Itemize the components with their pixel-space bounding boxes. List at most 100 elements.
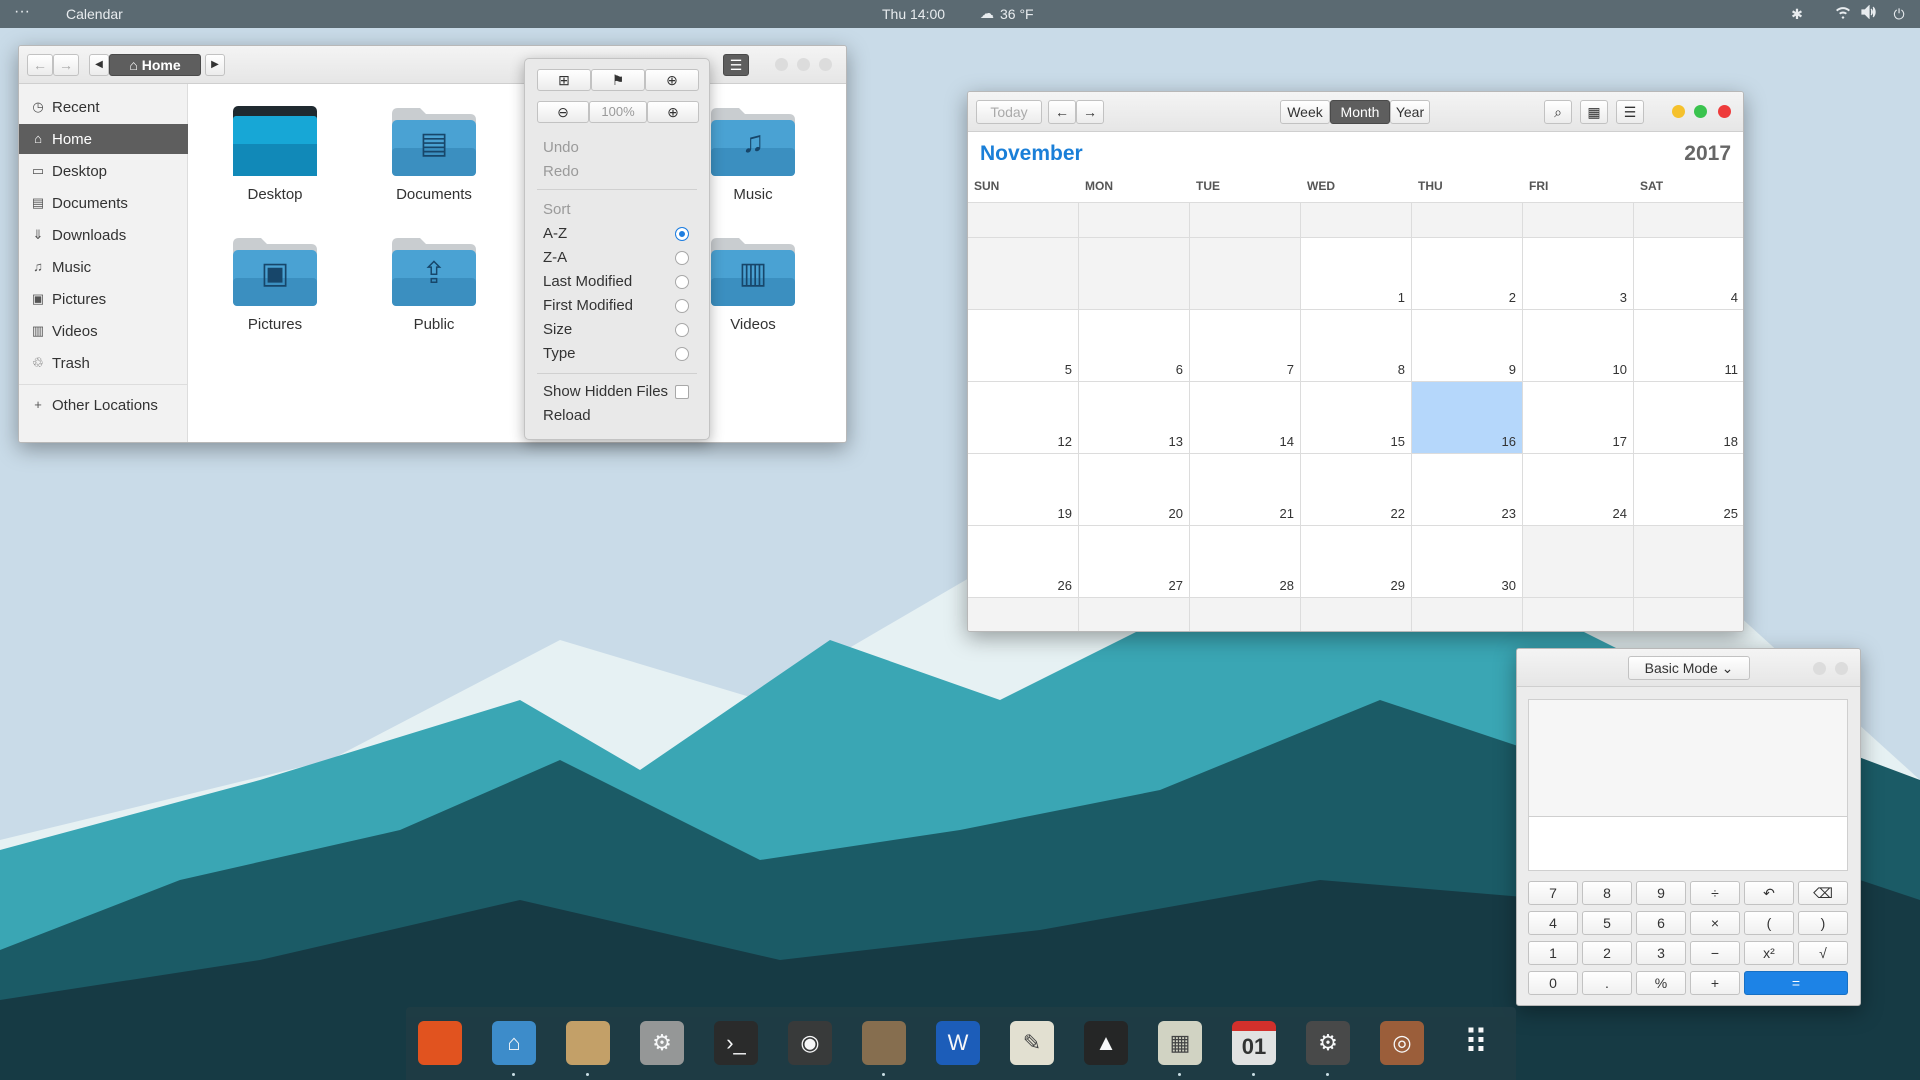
sidebar-item-recent[interactable]: ◷ Recent <box>19 92 188 122</box>
view-month-button[interactable]: Month <box>1330 100 1390 124</box>
back-button[interactable]: ← <box>27 54 53 76</box>
day-cell-4[interactable]: 4 <box>1634 238 1743 310</box>
day-cell-3[interactable]: 3 <box>1523 238 1634 310</box>
calculator-input-display[interactable] <box>1528 817 1848 871</box>
sidebar-item-documents[interactable]: ▤ Documents <box>19 188 188 218</box>
sort-option-first-modified[interactable]: First Modified <box>543 297 633 314</box>
show-hidden-checkbox[interactable] <box>675 385 689 399</box>
day-cell-empty[interactable] <box>1190 598 1301 631</box>
files-icon[interactable]: ⌂ <box>492 1021 536 1065</box>
view-year-button[interactable]: Year <box>1390 100 1430 124</box>
sort-radio-a-z[interactable] <box>675 227 689 241</box>
archive-manager-icon[interactable] <box>566 1021 610 1065</box>
day-cell-21[interactable]: 21 <box>1190 454 1301 526</box>
sort-option-last-modified[interactable]: Last Modified <box>543 273 632 290</box>
sort-option-z-a[interactable]: Z-A <box>543 249 567 266</box>
weather-temperature[interactable]: 36 °F <box>1000 6 1034 22</box>
day-cell-11[interactable]: 11 <box>1634 310 1743 382</box>
day-cell-empty[interactable] <box>1523 202 1634 238</box>
day-cell-10[interactable]: 10 <box>1523 310 1634 382</box>
day-cell-18[interactable]: 18 <box>1634 382 1743 454</box>
day-cell-empty[interactable] <box>1634 526 1743 598</box>
zoom-in-button[interactable]: ⊕ <box>647 101 699 123</box>
day-cell-empty[interactable] <box>1079 202 1190 238</box>
key-8[interactable]: 8 <box>1582 881 1632 905</box>
speaker-icon[interactable]: ◎ <box>1380 1021 1424 1065</box>
word-processor-icon[interactable]: W <box>936 1021 980 1065</box>
key-decimal[interactable]: . <box>1582 971 1632 995</box>
day-cell-17[interactable]: 17 <box>1523 382 1634 454</box>
day-cell-empty[interactable] <box>1190 202 1301 238</box>
key-5[interactable]: 5 <box>1582 911 1632 935</box>
day-cell-20[interactable]: 20 <box>1079 454 1190 526</box>
day-cell-2[interactable]: 2 <box>1412 238 1523 310</box>
zoom-out-button[interactable]: ⊖ <box>537 101 589 123</box>
sort-option-type[interactable]: Type <box>543 345 576 362</box>
day-cell-8[interactable]: 8 <box>1301 310 1412 382</box>
sort-radio-size[interactable] <box>675 323 689 337</box>
sort-radio-type[interactable] <box>675 347 689 361</box>
sidebar-item-pictures[interactable]: ▣ Pictures <box>19 284 188 314</box>
mode-selector[interactable]: Basic Mode ⌄ <box>1628 656 1750 680</box>
reload-item[interactable]: Reload <box>543 407 591 424</box>
active-app-name[interactable]: Calendar <box>66 6 123 22</box>
day-cell-empty[interactable] <box>1412 598 1523 631</box>
key-divide[interactable]: ÷ <box>1690 881 1740 905</box>
sort-option-a-z[interactable]: A-Z <box>543 225 567 242</box>
folder-documents[interactable]: ▤ Documents <box>364 104 504 224</box>
day-cell-empty[interactable] <box>968 238 1079 310</box>
day-cell-15[interactable]: 15 <box>1301 382 1412 454</box>
day-cell-16[interactable]: 16 <box>1412 382 1523 454</box>
sidebar-item-downloads[interactable]: ⇓ Downloads <box>19 220 188 250</box>
accessibility-icon[interactable]: ✱ <box>1788 5 1806 23</box>
settings-icon[interactable]: ⚙ <box>640 1021 684 1065</box>
day-cell-12[interactable]: 12 <box>968 382 1079 454</box>
day-cell-9[interactable]: 9 <box>1412 310 1523 382</box>
volume-icon[interactable] <box>1860 4 1878 23</box>
system-monitor-icon[interactable]: ⚙ <box>1306 1021 1350 1065</box>
clock[interactable]: Thu 14:00 <box>882 6 945 22</box>
today-button[interactable]: Today <box>976 100 1042 124</box>
day-cell-empty[interactable] <box>1301 202 1412 238</box>
key-add[interactable]: + <box>1690 971 1740 995</box>
text-editor-icon[interactable]: ✎ <box>1010 1021 1054 1065</box>
minimize-button[interactable] <box>1672 105 1685 118</box>
day-cell-13[interactable]: 13 <box>1079 382 1190 454</box>
day-cell-empty[interactable] <box>1301 598 1412 631</box>
key-1[interactable]: 1 <box>1528 941 1578 965</box>
minimize-button[interactable] <box>1813 662 1826 675</box>
wifi-icon[interactable] <box>1834 5 1852 23</box>
day-cell-28[interactable]: 28 <box>1190 526 1301 598</box>
day-cell-6[interactable]: 6 <box>1079 310 1190 382</box>
maximize-button[interactable] <box>797 58 810 71</box>
day-cell-empty[interactable] <box>1634 598 1743 631</box>
new-folder-button[interactable]: ⊞ <box>537 69 591 91</box>
day-cell-empty[interactable] <box>1079 238 1190 310</box>
zoom-level-button[interactable]: 100% <box>589 101 647 123</box>
day-cell-1[interactable]: 1 <box>1301 238 1412 310</box>
close-button[interactable] <box>819 58 832 71</box>
redo-item[interactable]: Redo <box>543 163 579 180</box>
day-cell-empty[interactable] <box>1079 598 1190 631</box>
minimize-button[interactable] <box>775 58 788 71</box>
sidebar-item-home[interactable]: ⌂ Home <box>19 124 188 154</box>
day-cell-19[interactable]: 19 <box>968 454 1079 526</box>
folder-public[interactable]: ⇪ Public <box>364 234 504 354</box>
day-cell-empty[interactable] <box>968 202 1079 238</box>
undo-item[interactable]: Undo <box>543 139 579 156</box>
terminal-icon[interactable]: ›_ <box>714 1021 758 1065</box>
bookmark-button[interactable]: ⚑ <box>591 69 645 91</box>
key-0[interactable]: 0 <box>1528 971 1578 995</box>
key-2[interactable]: 2 <box>1582 941 1632 965</box>
close-button[interactable] <box>1718 105 1731 118</box>
day-cell-25[interactable]: 25 <box>1634 454 1743 526</box>
folder-pictures[interactable]: ▣ Pictures <box>205 234 345 354</box>
menu-button[interactable]: ☰ <box>1616 100 1644 124</box>
next-month-button[interactable]: → <box>1076 100 1104 124</box>
key-square[interactable]: x² <box>1744 941 1794 965</box>
day-cell-5[interactable]: 5 <box>968 310 1079 382</box>
key-sqrt[interactable]: √ <box>1798 941 1848 965</box>
sidebar-item-desktop[interactable]: ▭ Desktop <box>19 156 188 186</box>
new-tab-button[interactable]: ⊕ <box>645 69 699 91</box>
previous-month-button[interactable]: ← <box>1048 100 1076 124</box>
